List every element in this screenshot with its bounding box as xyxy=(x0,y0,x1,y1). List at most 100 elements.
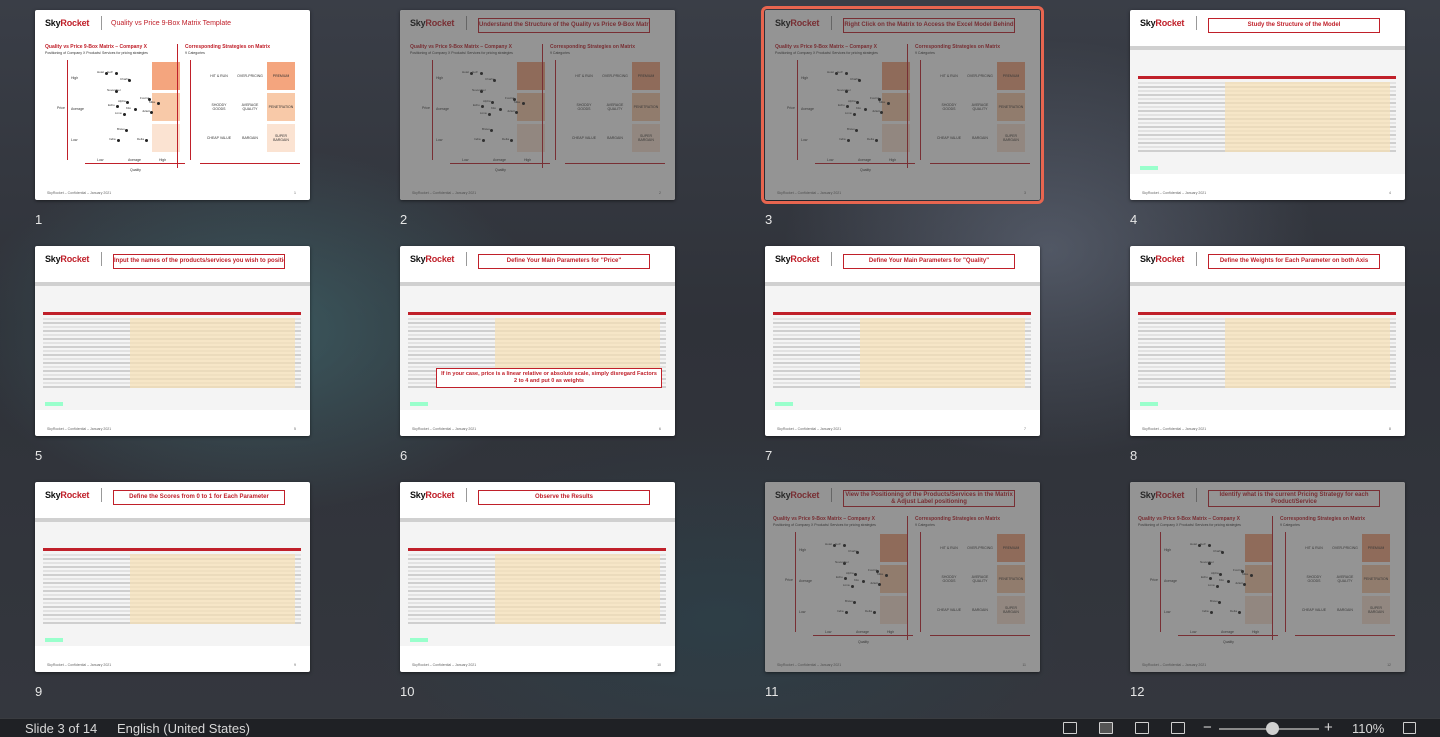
slide-thumbnail-8[interactable]: SkyRocket Define the Weights for Each Par… xyxy=(1130,246,1405,436)
slide-thumbnail-2[interactable]: SkyRocketUnderstand the Structure of the… xyxy=(400,10,675,200)
slide-footer: SkyRocket – Confidential – January 2021 xyxy=(47,191,112,195)
sheet-input-column xyxy=(130,318,295,388)
matrix-point-label: Delta xyxy=(137,137,145,141)
matrix-point-label: Juliett xyxy=(142,109,150,113)
slide-title: Define the Weights for Each Parameter on… xyxy=(1208,254,1380,269)
slide-footer: SkyRocket – Confidential – January 2021 xyxy=(1142,427,1207,431)
skyrocket-logo: SkyRocket xyxy=(410,254,454,264)
slide-thumbnail-12[interactable]: SkyRocketIdentify what is the current Pr… xyxy=(1130,482,1405,672)
slide-footer: SkyRocket – Confidential – January 2021 xyxy=(47,427,112,431)
slide-thumbnail-10[interactable]: SkyRocket Observe the Results SkyRocket – … xyxy=(400,482,675,672)
sheet-tab xyxy=(1140,402,1158,406)
matrix-point-label: India xyxy=(109,137,116,141)
zoom-level[interactable]: 110% xyxy=(1352,721,1384,736)
slide-number: 6 xyxy=(400,448,408,463)
slide-thumbnail-1[interactable]: SkyRocket Quality vs Price 9-Box Matrix T… xyxy=(35,10,310,200)
matrix-subtitle: Positioning of Company X Products/ Servi… xyxy=(45,51,148,55)
strategies-title: Corresponding Strategies on Matrix xyxy=(185,44,271,50)
presenter-view-icon[interactable] xyxy=(1171,722,1185,734)
matrix-point xyxy=(145,139,148,142)
skyrocket-logo: SkyRocket xyxy=(1140,18,1184,28)
sheet-header xyxy=(400,518,675,522)
zoom-out-icon[interactable]: − xyxy=(1203,719,1212,736)
sheet-tab xyxy=(1140,166,1158,170)
strategies-subtitle: 9 Categories xyxy=(185,51,205,55)
slide-thumbnail-5[interactable]: SkyRocket Input the names of the products… xyxy=(35,246,310,436)
strategy-cell: AVERAGE QUALITY xyxy=(236,93,264,121)
slide-note: If in your case, price is a linear relat… xyxy=(436,368,662,388)
sheet-header xyxy=(1130,282,1405,286)
header-divider xyxy=(466,488,467,502)
slide-footer: SkyRocket – Confidential – January 2021 xyxy=(47,663,112,667)
slide-title: Define Your Main Parameters for "Quality… xyxy=(843,254,1015,269)
strategy-cell: SHODDY GOODS xyxy=(205,93,233,121)
zoom-slider-knob[interactable] xyxy=(1266,722,1279,735)
slide-number: 11 xyxy=(765,684,779,699)
sheet-header xyxy=(35,282,310,286)
logo-text-b: Rocket xyxy=(60,254,90,264)
zoom-in-icon[interactable]: + xyxy=(1324,719,1333,736)
matrix-point-label: Hotel xyxy=(97,70,105,74)
matrix-point-label: Mike xyxy=(149,100,156,104)
spreadsheet-screenshot xyxy=(35,282,310,410)
sheet-tab xyxy=(410,402,428,406)
matrix-point xyxy=(157,102,160,105)
sheet-header xyxy=(35,518,310,522)
matrix-point xyxy=(150,111,153,114)
sheet-table-header xyxy=(43,548,301,551)
logo-text-b: Rocket xyxy=(790,254,820,264)
strategy-cell: CHEAP VALUE xyxy=(205,124,233,152)
slide-thumbnail-11[interactable]: SkyRocketView the Positioning of the Pro… xyxy=(765,482,1040,672)
strategy-x-axis xyxy=(200,163,300,164)
matrix-cell xyxy=(152,62,180,90)
slide-number: 1 xyxy=(35,212,43,227)
header-divider xyxy=(101,16,102,30)
matrix-point xyxy=(126,101,129,104)
spreadsheet-screenshot xyxy=(1130,46,1405,174)
slide-page-number: 10 xyxy=(657,663,661,667)
slide-number: 8 xyxy=(1130,448,1138,463)
sheet-table-header xyxy=(408,548,666,551)
slide-dim-overlay xyxy=(765,482,1040,672)
slide-thumbnail-7[interactable]: SkyRocket Define Your Main Parameters for… xyxy=(765,246,1040,436)
matrix-point-label: Echo xyxy=(108,103,115,107)
matrix-point xyxy=(123,113,126,116)
spreadsheet-screenshot xyxy=(1130,282,1405,410)
strategy-cell: PENETRATION xyxy=(267,93,295,121)
matrix-point-label: Foxtrot xyxy=(140,96,150,100)
header-divider xyxy=(1196,252,1197,266)
y-level-label: High xyxy=(71,76,79,80)
slide-number: 3 xyxy=(765,212,773,227)
logo-text-a: Sky xyxy=(410,490,426,500)
language-indicator[interactable]: English (United States) xyxy=(117,721,250,736)
logo-text-a: Sky xyxy=(45,18,61,28)
slide-page-number: 4 xyxy=(1389,191,1391,195)
slide-title: Define Your Main Parameters for "Price" xyxy=(478,254,650,269)
reading-view-icon[interactable] xyxy=(1135,722,1149,734)
sheet-header xyxy=(400,282,675,286)
logo-text-b: Rocket xyxy=(425,254,455,264)
skyrocket-logo: SkyRocket xyxy=(45,490,89,500)
slide-thumbnail-6[interactable]: SkyRocket Define Your Main Parameters for… xyxy=(400,246,675,436)
matrix-point xyxy=(125,129,128,132)
sheet-tab xyxy=(45,638,63,642)
slide-number: 10 xyxy=(400,684,415,699)
x-level-label: Average xyxy=(128,158,141,162)
matrix-point-label: Kilo xyxy=(126,106,132,110)
skyrocket-logo: SkyRocket xyxy=(410,490,454,500)
logo-text-a: Sky xyxy=(1140,18,1156,28)
strategy-cell: SUPER BARGAIN xyxy=(267,124,295,152)
slide-thumbnail-3[interactable]: SkyRocketRight Click on the Matrix to Ac… xyxy=(761,6,1044,204)
slide-sorter-view-icon[interactable] xyxy=(1099,722,1113,734)
slide-footer: SkyRocket – Confidential – January 2021 xyxy=(412,427,477,431)
slide-title: Define the Scores from 0 to 1 for Each P… xyxy=(113,490,285,505)
fit-to-window-icon[interactable] xyxy=(1403,722,1416,734)
matrix-point xyxy=(134,108,137,111)
slide-thumbnail-9[interactable]: SkyRocket Define the Scores from 0 to 1 f… xyxy=(35,482,310,672)
skyrocket-logo: SkyRocket xyxy=(45,254,89,264)
normal-view-icon[interactable] xyxy=(1063,722,1077,734)
logo-text-b: Rocket xyxy=(1155,18,1185,28)
spreadsheet-screenshot xyxy=(400,282,675,410)
slide-thumbnail-4[interactable]: SkyRocket Study the Structure of the Mode… xyxy=(1130,10,1405,200)
logo-text-a: Sky xyxy=(410,254,426,264)
